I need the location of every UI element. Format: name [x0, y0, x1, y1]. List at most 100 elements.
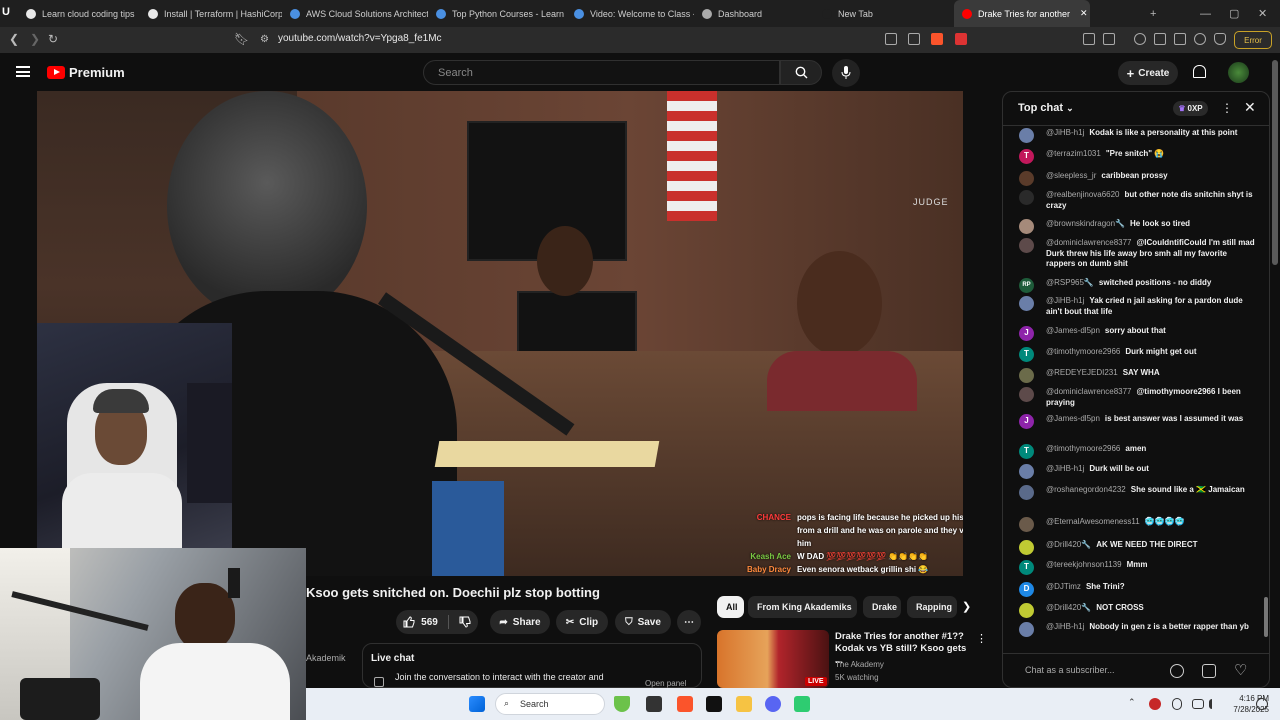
create-button[interactable]: + Create [1118, 61, 1178, 85]
chat-avatar[interactable] [1019, 603, 1034, 618]
chat-author[interactable]: @JiHB-h1j [1046, 128, 1084, 137]
cast-icon[interactable] [885, 33, 897, 45]
emoji-icon[interactable] [1170, 664, 1184, 678]
chat-message[interactable]: @JiHB-h1j Durk will be out [1019, 464, 1259, 479]
chat-author[interactable]: @timothymoore2966 [1046, 444, 1120, 453]
voice-search-button[interactable] [832, 59, 860, 87]
chat-avatar[interactable]: T [1019, 444, 1034, 459]
browser-logo-icon[interactable]: U [2, 6, 18, 20]
browser-tab[interactable]: Learn cloud coding tips [18, 0, 140, 27]
chat-avatar[interactable]: J [1019, 326, 1034, 341]
chat-message[interactable]: @dominiclawrence8377 @timothymoore2966 I … [1019, 387, 1259, 408]
chat-message[interactable]: T @terrazim1031 "Pre snitch" 😭 [1019, 149, 1259, 164]
chat-input[interactable]: Chat as a subscriber... [1025, 665, 1115, 675]
chat-avatar[interactable] [1019, 368, 1034, 383]
chat-author[interactable]: @timothymoore2966 [1046, 347, 1120, 356]
browser-tab[interactable]: Drake Tries for another ✕ [954, 0, 1090, 27]
chat-scrollbar[interactable] [1264, 597, 1268, 637]
channel-name-partial[interactable]: Akademik [306, 653, 346, 663]
chat-avatar[interactable]: J [1019, 414, 1034, 429]
chips-next-icon[interactable]: ❯ [962, 600, 971, 613]
chat-avatar[interactable] [1019, 464, 1034, 479]
brave-rewards-icon[interactable] [955, 33, 967, 45]
chat-message[interactable]: @roshanegordon4232 She sound like a 🇯🇲 Ja… [1019, 485, 1259, 500]
browser-tab[interactable]: Install | Terraform | HashiCorp [140, 0, 282, 27]
task-view-icon[interactable] [646, 696, 662, 712]
menu-icon[interactable] [16, 66, 30, 77]
chat-author[interactable]: @DJTimz [1046, 582, 1081, 591]
reload-icon[interactable]: ↻ [48, 32, 58, 46]
chat-author[interactable]: @James-dl5pn [1046, 326, 1100, 335]
chat-avatar[interactable]: T [1019, 149, 1034, 164]
chat-author[interactable]: @dominiclawrence8377 [1046, 238, 1132, 247]
browser-tab[interactable]: Top Python Courses - Learn Py [428, 0, 566, 27]
chat-avatar[interactable] [1019, 485, 1034, 500]
browser-tab[interactable]: AWS Cloud Solutions Architect [282, 0, 428, 27]
chat-author[interactable]: @roshanegordon4232 [1046, 485, 1126, 494]
extensions-icon[interactable] [1083, 33, 1095, 45]
chat-message[interactable]: T @tereekjohnson1139 Mmm [1019, 560, 1259, 575]
close-window-icon[interactable]: ✕ [1258, 0, 1267, 27]
browser-tab[interactable]: Video: Welcome to Class - Dr [566, 0, 694, 27]
filter-chip[interactable]: Rapping [907, 596, 957, 618]
filter-chip[interactable]: All [717, 596, 744, 618]
chat-avatar[interactable] [1019, 296, 1034, 311]
chat-avatar[interactable]: T [1019, 347, 1034, 362]
chat-author[interactable]: @James-dl5pn [1046, 414, 1100, 423]
chat-avatar[interactable]: T [1019, 560, 1034, 575]
notifications-bell-icon[interactable] [1193, 65, 1206, 78]
chat-message[interactable]: @Drill420🔧 AK WE NEED THE DIRECT [1019, 540, 1259, 555]
chat-message[interactable]: @EternalAwesomeness11 🥶🥶🥶🥶 [1019, 517, 1259, 532]
chat-message[interactable]: @JiHB-h1j Nobody in gen z is a better rap… [1019, 622, 1259, 637]
app-taskbar-icon[interactable] [794, 696, 810, 712]
chat-author[interactable]: @dominiclawrence8377 [1046, 387, 1132, 396]
chat-message[interactable]: @JiHB-h1j Kodak is like a personality at … [1019, 128, 1259, 143]
thumbs-down-icon[interactable] [459, 616, 471, 628]
chat-avatar[interactable] [1019, 622, 1034, 637]
xp-badge[interactable]: ♛ 0XP [1173, 101, 1208, 116]
chat-message[interactable]: @brownskindragon🔧 He look so tired [1019, 219, 1259, 234]
chat-author[interactable]: @JiHB-h1j [1046, 622, 1084, 631]
filter-chip[interactable]: From King Akademiks [748, 596, 857, 618]
tray-volume-icon[interactable] [1209, 699, 1219, 709]
chat-message[interactable]: @sleepless_jr caribbean prossy [1019, 171, 1259, 186]
notifications-tray-icon[interactable] [1256, 698, 1268, 710]
filter-chip[interactable]: Drake [863, 596, 901, 618]
chat-author[interactable]: @sleepless_jr [1046, 171, 1096, 180]
close-chat-icon[interactable]: ✕ [1244, 99, 1256, 116]
chat-avatar[interactable] [1019, 387, 1034, 402]
chat-message[interactable]: T @timothymoore2966 Durk might get out [1019, 347, 1259, 362]
chat-author[interactable]: @REDEYEJEDI231 [1046, 368, 1118, 377]
search-input[interactable]: Search [423, 60, 780, 85]
chat-message[interactable]: @Drill420🔧 NOT CROSS [1019, 603, 1259, 618]
sidebar-icon[interactable] [1154, 33, 1166, 45]
chat-author[interactable]: @Drill420🔧 [1046, 540, 1091, 549]
chat-author[interactable]: @Drill420🔧 [1046, 603, 1091, 612]
super-chat-icon[interactable] [1202, 664, 1216, 678]
terminal-taskbar-icon[interactable] [706, 696, 722, 712]
maximize-icon[interactable]: ▢ [1229, 0, 1239, 27]
file-explorer-icon[interactable] [736, 696, 752, 712]
error-button[interactable]: Error [1234, 31, 1272, 49]
vpn-icon[interactable] [1214, 33, 1226, 45]
url-field[interactable]: youtube.com/watch?v=Ypga8_fe1Mc [278, 33, 442, 44]
save-button[interactable]: ⛉ Save [615, 610, 671, 634]
tray-network-icon[interactable] [1192, 699, 1204, 709]
rec-channel[interactable]: The Akademy [835, 660, 884, 669]
tray-mic-icon[interactable] [1172, 698, 1182, 710]
music-icon[interactable] [1134, 33, 1146, 45]
forward-icon[interactable]: ❯ [30, 32, 40, 46]
browser-tab[interactable]: New Tab [814, 0, 954, 27]
page-scrollbar[interactable] [1272, 60, 1278, 265]
chat-more-icon[interactable]: ⋮ [1221, 101, 1233, 115]
browser-tab[interactable]: Dashboard [694, 0, 814, 27]
tray-chevron-icon[interactable]: ⌃ [1128, 697, 1136, 708]
avatar[interactable] [1228, 62, 1249, 83]
chat-avatar[interactable] [1019, 171, 1034, 186]
open-panel-button[interactable]: Open panel [645, 679, 686, 688]
chat-message[interactable]: J @James-dl5pn sorry about that [1019, 326, 1259, 341]
chat-author[interactable]: @realbenjinova6620 [1046, 190, 1120, 199]
top-chat-dropdown[interactable]: Top chat ⌄ [1018, 102, 1074, 114]
chat-message[interactable]: D @DJTimz She Trini? [1019, 582, 1259, 597]
like-button[interactable]: 569 [403, 616, 438, 628]
